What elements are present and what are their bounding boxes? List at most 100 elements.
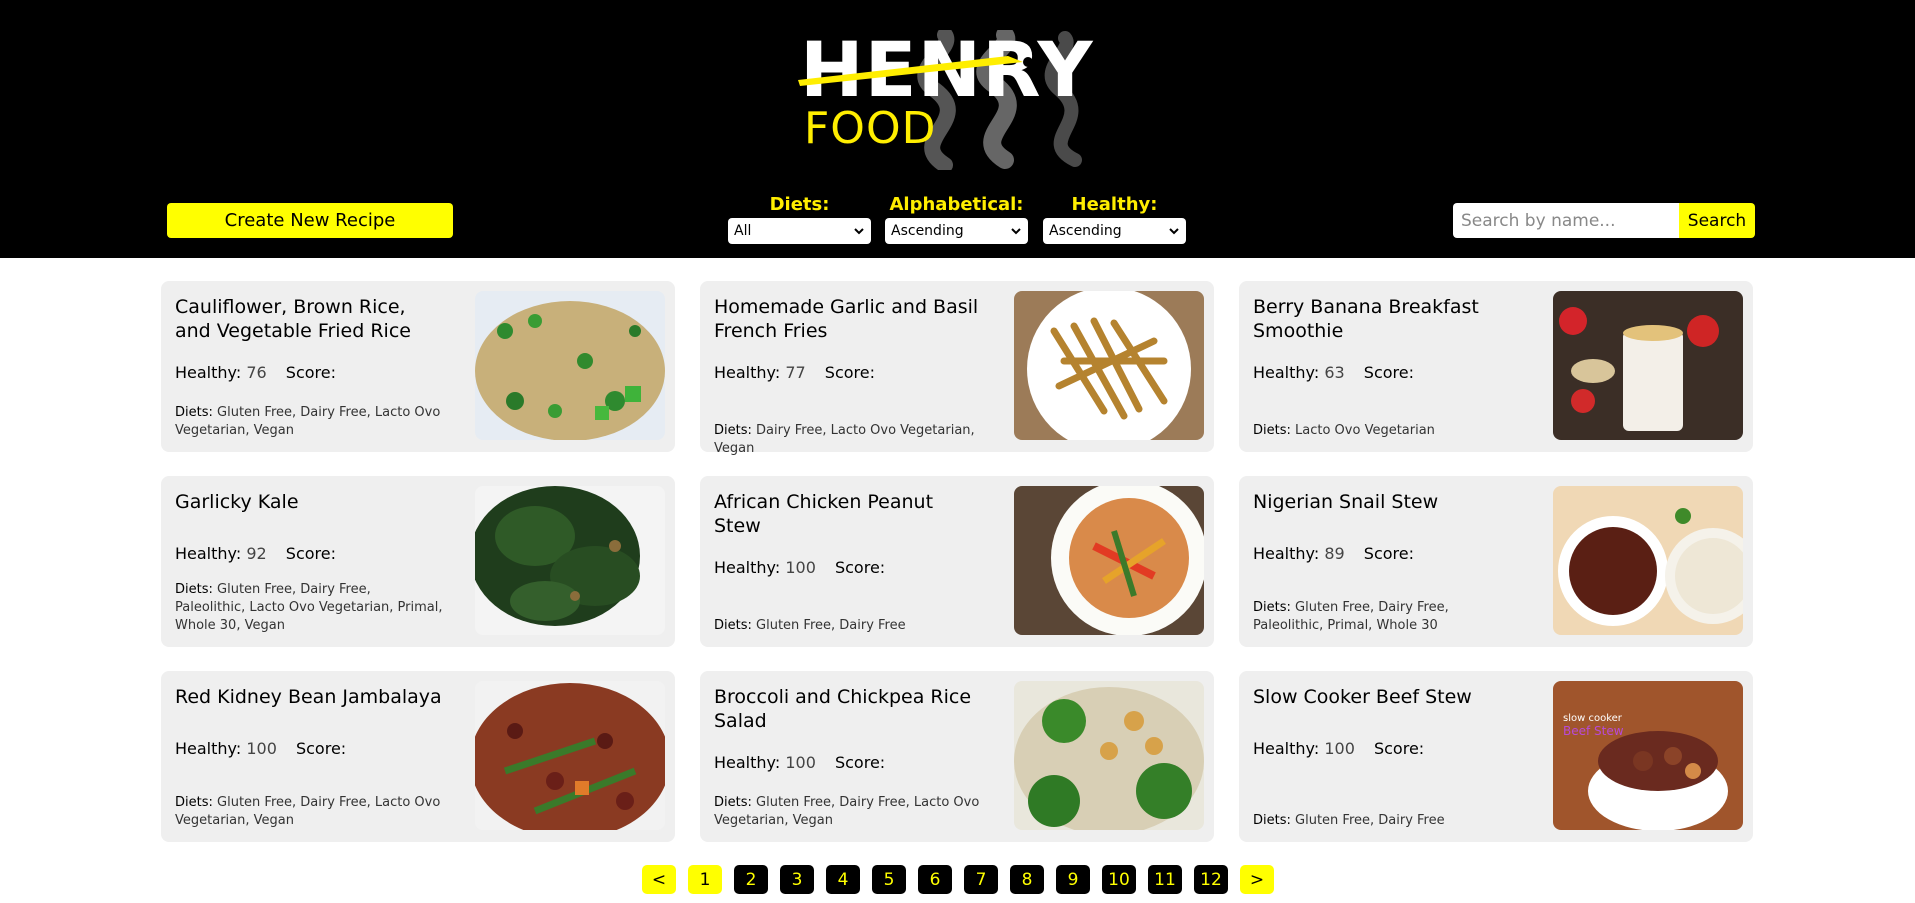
recipe-title[interactable]: Cauliflower, Brown Rice, and Vegetable F… bbox=[175, 295, 445, 343]
score-label: Score: bbox=[824, 363, 875, 382]
diets-label: Diets: bbox=[175, 582, 213, 597]
recipe-image[interactable] bbox=[1553, 486, 1743, 635]
diets-filter: Diets: All bbox=[728, 194, 871, 244]
healthy-label: Healthy: bbox=[1253, 544, 1320, 563]
page-button-12[interactable]: 12 bbox=[1194, 865, 1228, 894]
recipe-card[interactable]: African Chicken Peanut Stew Healthy: 100… bbox=[700, 476, 1214, 647]
prev-page-button[interactable]: < bbox=[642, 865, 676, 894]
recipe-meta: Healthy: 63 Score: bbox=[1253, 363, 1414, 382]
page-button-10[interactable]: 10 bbox=[1102, 865, 1136, 894]
page-button-1[interactable]: 1 bbox=[688, 865, 722, 894]
diets-value: Gluten Free, Dairy Free, Lacto Ovo Veget… bbox=[714, 795, 980, 828]
diets-value: Gluten Free, Dairy Free, Lacto Ovo Veget… bbox=[175, 405, 441, 438]
recipe-title[interactable]: Red Kidney Bean Jambalaya bbox=[175, 685, 445, 709]
alphabetical-select-value: Ascending bbox=[891, 223, 964, 239]
knife-icon bbox=[798, 56, 1033, 86]
page-button-3[interactable]: 3 bbox=[780, 865, 814, 894]
diets-select[interactable]: All bbox=[728, 218, 871, 244]
recipe-diets: Diets: Gluten Free, Dairy Free bbox=[714, 617, 984, 635]
svg-text:Beef Stew: Beef Stew bbox=[1563, 724, 1624, 738]
french-fries-image bbox=[1014, 291, 1204, 440]
svg-text:slow cooker: slow cooker bbox=[1563, 713, 1623, 724]
healthy-value: 76 bbox=[246, 363, 267, 382]
score-label: Score: bbox=[1363, 363, 1414, 382]
recipe-title[interactable]: Broccoli and Chickpea Rice Salad bbox=[714, 685, 984, 733]
recipe-title[interactable]: African Chicken Peanut Stew bbox=[714, 490, 984, 538]
recipe-card[interactable]: Broccoli and Chickpea Rice Salad Healthy… bbox=[700, 671, 1214, 842]
recipe-title[interactable]: Garlicky Kale bbox=[175, 490, 445, 514]
recipe-card[interactable]: Cauliflower, Brown Rice, and Vegetable F… bbox=[161, 281, 675, 452]
diets-filter-label: Diets: bbox=[769, 194, 830, 215]
recipe-image[interactable] bbox=[475, 291, 665, 440]
recipe-diets: Diets: Gluten Free, Dairy Free, Paleolit… bbox=[175, 581, 445, 635]
recipe-image[interactable] bbox=[475, 681, 665, 830]
chevron-down-icon bbox=[1169, 228, 1179, 235]
recipe-title[interactable]: Nigerian Snail Stew bbox=[1253, 490, 1523, 514]
create-recipe-button[interactable]: Create New Recipe bbox=[167, 203, 453, 238]
alphabetical-filter-label: Alphabetical: bbox=[889, 194, 1024, 215]
page-button-11[interactable]: 11 bbox=[1148, 865, 1182, 894]
diets-label: Diets: bbox=[175, 405, 213, 420]
healthy-label: Healthy: bbox=[175, 739, 242, 758]
recipe-grid: Cauliflower, Brown Rice, and Vegetable F… bbox=[161, 281, 1755, 842]
page-button-6[interactable]: 6 bbox=[918, 865, 952, 894]
recipe-image[interactable] bbox=[1014, 291, 1204, 440]
alphabetical-select[interactable]: Ascending bbox=[885, 218, 1028, 244]
smoothie-image bbox=[1553, 291, 1743, 440]
logo-food-text: FOOD bbox=[804, 103, 937, 154]
diets-select-value: All bbox=[734, 223, 752, 239]
score-label: Score: bbox=[1363, 544, 1414, 563]
healthy-select[interactable]: Ascending bbox=[1043, 218, 1186, 244]
diets-value: Dairy Free, Lacto Ovo Vegetarian, Vegan bbox=[714, 423, 975, 456]
diets-value: Gluten Free, Dairy Free, Paleolithic, La… bbox=[175, 582, 443, 633]
recipe-diets: Diets: Dairy Free, Lacto Ovo Vegetarian,… bbox=[714, 422, 984, 458]
score-label: Score: bbox=[1373, 739, 1425, 758]
page-button-7[interactable]: 7 bbox=[964, 865, 998, 894]
page-button-8[interactable]: 8 bbox=[1010, 865, 1044, 894]
healthy-label: Healthy: bbox=[1253, 363, 1320, 382]
page-button-4[interactable]: 4 bbox=[826, 865, 860, 894]
recipe-image[interactable] bbox=[1014, 681, 1204, 830]
recipe-card[interactable]: Nigerian Snail Stew Healthy: 89 Score: D… bbox=[1239, 476, 1753, 647]
healthy-label: Healthy: bbox=[714, 753, 781, 772]
recipe-diets: Diets: Gluten Free, Dairy Free, Paleolit… bbox=[1253, 599, 1523, 635]
diets-label: Diets: bbox=[1253, 813, 1291, 828]
page-button-2[interactable]: 2 bbox=[734, 865, 768, 894]
healthy-label: Healthy: bbox=[175, 363, 242, 382]
recipe-diets: Diets: Lacto Ovo Vegetarian bbox=[1253, 422, 1523, 440]
kale-image bbox=[475, 486, 665, 635]
diets-label: Diets: bbox=[714, 795, 752, 810]
healthy-select-value: Ascending bbox=[1049, 223, 1122, 239]
recipe-card[interactable]: Homemade Garlic and Basil French Fries H… bbox=[700, 281, 1214, 456]
recipe-card[interactable]: Berry Banana Breakfast Smoothie Healthy:… bbox=[1239, 281, 1753, 452]
page-button-5[interactable]: 5 bbox=[872, 865, 906, 894]
healthy-label: Healthy: bbox=[175, 544, 242, 563]
healthy-label: Healthy: bbox=[1253, 739, 1320, 758]
healthy-value: 89 bbox=[1324, 544, 1345, 563]
diets-label: Diets: bbox=[175, 795, 213, 810]
broccoli-salad-image bbox=[1014, 681, 1204, 830]
recipe-image[interactable] bbox=[1553, 291, 1743, 440]
healthy-value: 100 bbox=[1324, 739, 1355, 758]
next-page-button[interactable]: > bbox=[1240, 865, 1274, 894]
recipe-title[interactable]: Slow Cooker Beef Stew bbox=[1253, 685, 1523, 709]
diets-value: Lacto Ovo Vegetarian bbox=[1295, 423, 1435, 438]
healthy-value: 100 bbox=[246, 739, 277, 758]
healthy-value: 100 bbox=[785, 558, 816, 577]
search-input[interactable]: Search by name... bbox=[1453, 203, 1679, 238]
page-button-9[interactable]: 9 bbox=[1056, 865, 1090, 894]
diets-label: Diets: bbox=[714, 618, 752, 633]
healthy-filter: Healthy: Ascending bbox=[1043, 194, 1186, 244]
recipe-image[interactable] bbox=[1014, 486, 1204, 635]
recipe-card[interactable]: Garlicky Kale Healthy: 92 Score: Diets: … bbox=[161, 476, 675, 647]
search-button[interactable]: Search bbox=[1679, 203, 1755, 238]
recipe-card[interactable]: Slow Cooker Beef Stew Healthy: 100 Score… bbox=[1239, 671, 1753, 842]
recipe-image[interactable]: slow cooker Beef Stew bbox=[1553, 681, 1743, 830]
recipe-title[interactable]: Berry Banana Breakfast Smoothie bbox=[1253, 295, 1523, 343]
recipe-image[interactable] bbox=[475, 486, 665, 635]
recipe-card[interactable]: Red Kidney Bean Jambalaya Healthy: 100 S… bbox=[161, 671, 675, 842]
recipe-title[interactable]: Homemade Garlic and Basil French Fries bbox=[714, 295, 984, 343]
recipe-meta: Healthy: 100 Score: bbox=[175, 739, 346, 758]
diets-label: Diets: bbox=[1253, 600, 1291, 615]
henry-food-logo[interactable]: HENRY FOOD bbox=[790, 22, 1120, 170]
